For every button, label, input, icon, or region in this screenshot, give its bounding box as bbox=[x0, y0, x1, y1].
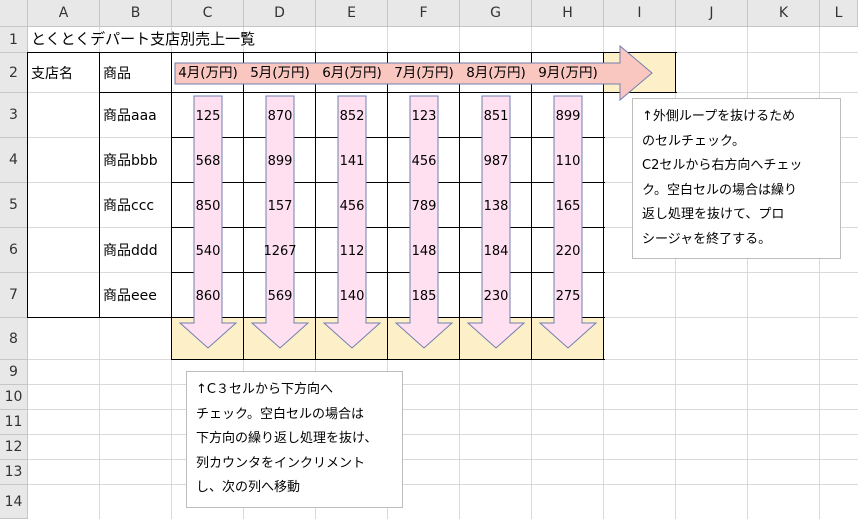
sales-value-cell[interactable]: 569 bbox=[244, 290, 316, 303]
note-line: ク。空白セルの場合は繰り bbox=[642, 182, 797, 198]
sales-value-cell[interactable]: 789 bbox=[388, 200, 460, 213]
sales-value-cell[interactable]: 456 bbox=[388, 155, 460, 168]
product-name[interactable]: 商品bbb bbox=[103, 154, 158, 168]
sales-value-cell[interactable]: 870 bbox=[244, 110, 316, 123]
sales-value-cell[interactable]: 568 bbox=[172, 155, 244, 168]
sales-value-cell[interactable]: 456 bbox=[316, 200, 388, 213]
sales-value-cell[interactable]: 140 bbox=[316, 290, 388, 303]
header-month[interactable]: 4月(万円) bbox=[172, 66, 244, 81]
sales-value-cell[interactable]: 165 bbox=[532, 200, 604, 213]
down-arrow bbox=[322, 95, 382, 349]
header-month[interactable]: 5月(万円) bbox=[244, 66, 316, 81]
down-arrow bbox=[466, 95, 526, 349]
note-line: C2セルから右方向へチェッ bbox=[642, 158, 803, 173]
product-name[interactable]: 商品eee bbox=[103, 289, 157, 303]
sales-value-cell[interactable]: 220 bbox=[532, 245, 604, 258]
note-inner-loop-check[interactable]: ↑C３セルから下方向へ チェック。空白セルの場合は 下方向の繰り返し処理を抜け、… bbox=[186, 371, 403, 508]
sales-value-cell[interactable]: 860 bbox=[172, 290, 244, 303]
sales-value-cell[interactable]: 184 bbox=[460, 245, 532, 258]
sales-value-cell[interactable]: 230 bbox=[460, 290, 532, 303]
sales-value-cell[interactable]: 850 bbox=[172, 200, 244, 213]
sales-value-cell[interactable]: 123 bbox=[388, 110, 460, 123]
product-name[interactable]: 商品aaa bbox=[103, 109, 157, 123]
sales-value-cell[interactable]: 125 bbox=[172, 110, 244, 123]
note-line: シージャを終了する。 bbox=[642, 231, 772, 247]
sales-value-cell[interactable]: 138 bbox=[460, 200, 532, 213]
sales-value-cell[interactable]: 987 bbox=[460, 155, 532, 168]
sales-value-cell[interactable]: 157 bbox=[244, 200, 316, 213]
sales-value-cell[interactable]: 112 bbox=[316, 245, 388, 258]
sales-value-cell[interactable]: 275 bbox=[532, 290, 604, 303]
product-name[interactable]: 商品ddd bbox=[103, 244, 158, 258]
sheet-title[interactable]: とくとくデパート支店別売上一覧 bbox=[31, 32, 255, 47]
down-arrow bbox=[394, 95, 454, 349]
sales-value-cell[interactable]: 141 bbox=[316, 155, 388, 168]
header-month[interactable]: 6月(万円) bbox=[316, 66, 388, 81]
sales-value-cell[interactable]: 852 bbox=[316, 110, 388, 123]
note-line: のセルチェック。 bbox=[642, 133, 745, 149]
down-arrow bbox=[538, 95, 598, 349]
note-line: ↑C３セルから下方向へ bbox=[196, 382, 333, 397]
header-month[interactable]: 7月(万円) bbox=[388, 66, 460, 81]
sales-value-cell[interactable]: 110 bbox=[532, 155, 604, 168]
sales-value-cell[interactable]: 899 bbox=[532, 110, 604, 123]
product-name[interactable]: 商品ccc bbox=[103, 199, 154, 213]
header-branch[interactable]: 支店名 bbox=[31, 67, 73, 81]
note-line: 下方向の繰り返し処理を抜け、 bbox=[196, 431, 378, 446]
sales-value-cell[interactable]: 899 bbox=[244, 155, 316, 168]
note-line: チェック。空白セルの場合は bbox=[196, 406, 364, 422]
note-line: 列カウンタをインクリメント bbox=[196, 455, 366, 471]
header-month[interactable]: 9月(万円) bbox=[532, 66, 604, 81]
note-line: ↑外側ループを抜けるため bbox=[642, 109, 796, 124]
sales-value-cell[interactable]: 185 bbox=[388, 290, 460, 303]
sales-value-cell[interactable]: 851 bbox=[460, 110, 532, 123]
header-month[interactable]: 8月(万円) bbox=[460, 66, 532, 81]
header-product[interactable]: 商品 bbox=[103, 67, 131, 81]
note-line: 返し処理を抜けて、プロ bbox=[642, 207, 785, 222]
sales-value-cell[interactable]: 540 bbox=[172, 245, 244, 258]
note-outer-loop-check[interactable]: ↑外側ループを抜けるため のセルチェック。 C2セルから右方向へチェッ ク。空白… bbox=[632, 98, 841, 259]
down-arrow bbox=[250, 95, 310, 349]
note-line: し、次の列へ移動 bbox=[196, 480, 301, 495]
spreadsheet: A B C D E F G H I J K L 1 2 3 4 5 6 7 8 9 10 11 12 13 14 とくとくデパート… bbox=[0, 0, 858, 519]
down-arrow bbox=[178, 95, 238, 349]
sales-value-cell[interactable]: 1267 bbox=[244, 245, 316, 258]
sales-value-cell[interactable]: 148 bbox=[388, 245, 460, 258]
